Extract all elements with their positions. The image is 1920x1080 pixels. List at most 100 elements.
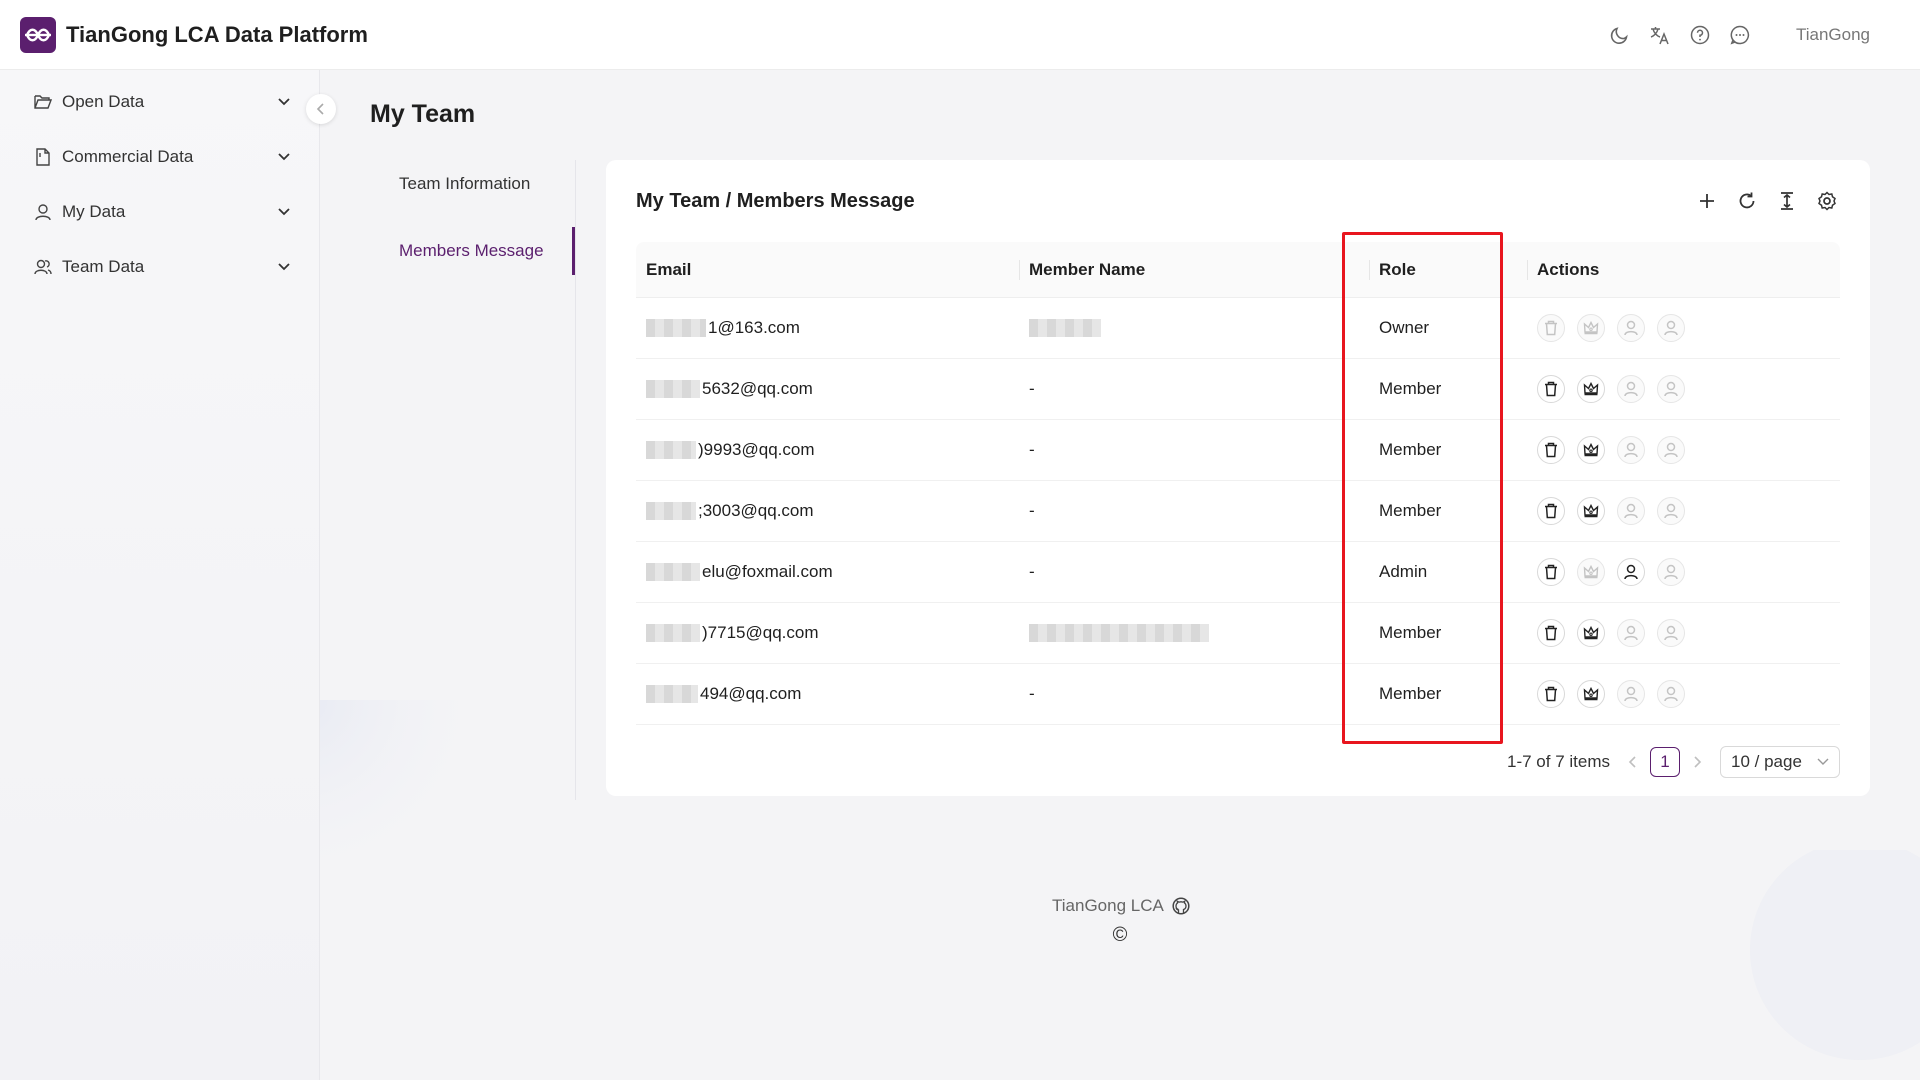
delete-button[interactable] <box>1537 436 1565 464</box>
translate-icon[interactable] <box>1648 23 1672 47</box>
column-height-icon[interactable] <box>1774 188 1800 214</box>
moon-icon[interactable] <box>1608 23 1632 47</box>
footer-text[interactable]: TianGong LCA <box>1052 896 1164 916</box>
user-icon <box>1624 625 1638 641</box>
copyright-symbol: © <box>1112 923 1128 946</box>
page-size-value: 10 / page <box>1731 752 1802 771</box>
prev-page-button[interactable] <box>1622 751 1644 773</box>
remove-role-button[interactable] <box>1657 314 1685 342</box>
cell-email: 494@qq.com <box>636 664 1019 725</box>
set-member-button[interactable] <box>1617 680 1645 708</box>
delete-icon <box>1544 625 1558 641</box>
delete-button[interactable] <box>1537 680 1565 708</box>
cell-actions <box>1527 542 1840 603</box>
cell-email: 5632@qq.com <box>636 359 1019 420</box>
crown-icon <box>1583 565 1599 579</box>
remove-role-button[interactable] <box>1657 619 1685 647</box>
email-text: 1@163.com <box>708 318 800 337</box>
plus-icon[interactable] <box>1694 188 1720 214</box>
sidebar-item-team-data[interactable]: Team Data <box>22 245 292 289</box>
delete-button[interactable] <box>1537 497 1565 525</box>
tab-members-message[interactable]: Members Message <box>369 227 575 275</box>
cell-member-name: - <box>1019 420 1369 481</box>
set-member-button[interactable] <box>1617 558 1645 586</box>
members-table: Email Member Name Role Actions 1@163.com… <box>636 242 1840 725</box>
remove-role-button[interactable] <box>1657 375 1685 403</box>
app-logo[interactable] <box>20 16 56 53</box>
cell-role: Member <box>1379 440 1442 459</box>
member-name-text: - <box>1029 562 1035 581</box>
redacted-mask <box>1029 319 1101 337</box>
delete-button[interactable] <box>1537 375 1565 403</box>
sidebar-item-my-data[interactable]: My Data <box>22 190 292 234</box>
remove-role-button[interactable] <box>1657 680 1685 708</box>
user-icon <box>1624 503 1638 519</box>
remove-role-button[interactable] <box>1657 436 1685 464</box>
email-text: 494@qq.com <box>700 684 802 703</box>
user-icon <box>1664 686 1678 702</box>
member-name-text: - <box>1029 440 1035 459</box>
column-header-role[interactable]: Role <box>1369 242 1527 298</box>
set-admin-button[interactable] <box>1577 558 1605 586</box>
user-icon <box>1624 686 1638 702</box>
set-member-button[interactable] <box>1617 375 1645 403</box>
github-icon[interactable] <box>1172 897 1190 915</box>
logo-icon <box>25 28 51 41</box>
page-title: My Team <box>370 100 476 128</box>
pagination-total: 1-7 of 7 items <box>1507 752 1610 771</box>
set-admin-button[interactable] <box>1577 497 1605 525</box>
delete-icon <box>1544 564 1558 580</box>
column-header-email[interactable]: Email <box>636 242 1019 298</box>
chevron-down-icon <box>276 259 292 275</box>
user-icon <box>1664 625 1678 641</box>
set-admin-button[interactable] <box>1577 619 1605 647</box>
table-row: 494@qq.com - Member <box>636 664 1840 725</box>
email-text: )9993@qq.com <box>698 440 815 459</box>
user-icon <box>1624 320 1638 336</box>
user-name[interactable]: TianGong <box>1796 25 1870 45</box>
sidebar-item-label: Open Data <box>62 92 145 111</box>
set-admin-button[interactable] <box>1577 375 1605 403</box>
sidebar-item-open-data[interactable]: Open Data <box>22 80 292 124</box>
cell-email: ;3003@qq.com <box>636 481 1019 542</box>
redacted-mask <box>646 380 700 398</box>
sidebar-item-label: My Data <box>62 202 126 221</box>
set-member-button[interactable] <box>1617 619 1645 647</box>
remove-role-button[interactable] <box>1657 497 1685 525</box>
redacted-mask <box>646 563 700 581</box>
cell-role: Owner <box>1379 318 1430 337</box>
delete-button[interactable] <box>1537 314 1565 342</box>
tab-team-information[interactable]: Team Information <box>369 160 575 208</box>
sidebar-collapse-button[interactable] <box>306 94 336 124</box>
cell-member-name <box>1019 298 1369 359</box>
set-admin-button[interactable] <box>1577 436 1605 464</box>
delete-icon <box>1544 320 1558 336</box>
table-row: elu@foxmail.com - Admin <box>636 542 1840 603</box>
cell-role: Member <box>1379 684 1442 703</box>
delete-button[interactable] <box>1537 558 1565 586</box>
table-row: 5632@qq.com - Member <box>636 359 1840 420</box>
chevron-down-icon <box>276 149 292 165</box>
footer: TianGong LCA <box>1052 896 1190 916</box>
set-admin-button[interactable] <box>1577 680 1605 708</box>
set-member-button[interactable] <box>1617 314 1645 342</box>
cell-email: elu@foxmail.com <box>636 542 1019 603</box>
redacted-mask <box>646 441 696 459</box>
page-size-select[interactable]: 10 / page <box>1720 746 1840 778</box>
column-header-member-name[interactable]: Member Name <box>1019 242 1369 298</box>
set-member-button[interactable] <box>1617 497 1645 525</box>
settings-icon[interactable] <box>1814 188 1840 214</box>
next-page-button[interactable] <box>1686 751 1708 773</box>
remove-role-button[interactable] <box>1657 558 1685 586</box>
background-decoration-right <box>1750 850 1920 1060</box>
message-icon[interactable] <box>1728 23 1752 47</box>
set-admin-button[interactable] <box>1577 314 1605 342</box>
help-icon[interactable] <box>1688 23 1712 47</box>
reload-icon[interactable] <box>1734 188 1760 214</box>
table-row: 1@163.com Owner <box>636 298 1840 359</box>
sidebar: Open Data Commercial Data My Data Team D… <box>0 70 320 1080</box>
page-number-button[interactable]: 1 <box>1650 747 1680 777</box>
sidebar-item-commercial-data[interactable]: Commercial Data <box>22 135 292 179</box>
set-member-button[interactable] <box>1617 436 1645 464</box>
delete-button[interactable] <box>1537 619 1565 647</box>
